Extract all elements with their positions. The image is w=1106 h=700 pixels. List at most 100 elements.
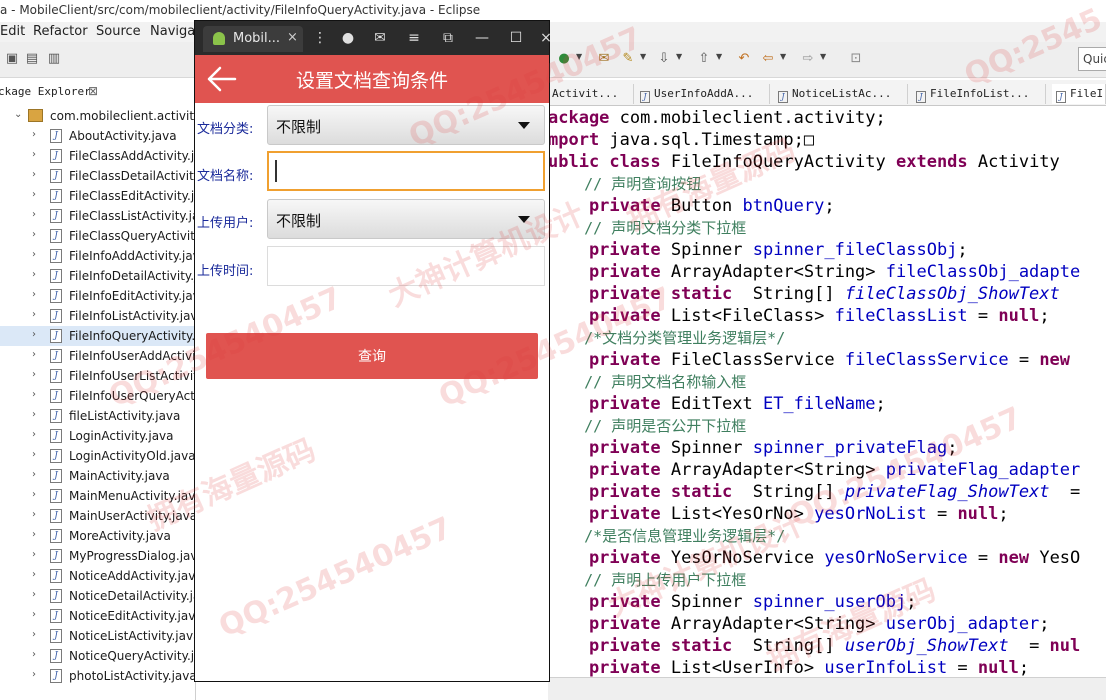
tree-file-item[interactable]: › J NoticeQueryActivity.ja <box>0 646 195 666</box>
chevron-right-icon[interactable]: › <box>32 289 36 300</box>
chevron-right-icon[interactable]: › <box>32 169 36 180</box>
tree-file-item[interactable]: › J FileInfoEditActivity.jav <box>0 286 195 306</box>
next-annotation-dropdown-icon[interactable]: ▼ <box>676 52 682 61</box>
tree-file-item[interactable]: › J FileInfoUserListActivity <box>0 366 195 386</box>
query-button[interactable]: 查询 <box>206 333 538 379</box>
back-dropdown-icon[interactable]: ▼ <box>780 52 786 61</box>
wand-icon[interactable]: ✎ <box>620 51 636 67</box>
chevron-right-icon[interactable]: › <box>32 549 36 560</box>
tree-file-item[interactable]: › J MainUserActivity.java <box>0 506 195 526</box>
editor-tab[interactable]: J NoticeListAc... <box>774 84 908 104</box>
chevron-down-icon[interactable]: ⌄ <box>14 109 22 120</box>
chevron-right-icon[interactable]: › <box>32 229 36 240</box>
tree-file-item[interactable]: › J MainMenuActivity.java <box>0 486 195 506</box>
chevron-right-icon[interactable]: › <box>32 189 36 200</box>
upload-time-input[interactable] <box>267 246 545 286</box>
chevron-right-icon[interactable]: › <box>32 349 36 360</box>
chevron-right-icon[interactable]: › <box>32 449 36 460</box>
quick-access-input[interactable]: Quic <box>1078 47 1106 71</box>
tree-file-item[interactable]: › J NoticeDetailActivity.jav <box>0 586 195 606</box>
maximize-icon[interactable]: ☐ <box>507 29 525 47</box>
chevron-right-icon[interactable]: › <box>32 609 36 620</box>
open-folder-icon[interactable]: ✉ <box>596 51 612 67</box>
chevron-right-icon[interactable]: › <box>32 629 36 640</box>
code-editor[interactable]: ackage com.mobileclient.activity; mport j… <box>548 107 1106 677</box>
chevron-right-icon[interactable]: › <box>32 469 36 480</box>
chevron-right-icon[interactable]: › <box>32 249 36 260</box>
chevron-right-icon[interactable]: › <box>32 209 36 220</box>
tree-file-item[interactable]: › J FileInfoUserQueryActi <box>0 386 195 406</box>
chevron-right-icon[interactable]: › <box>32 129 36 140</box>
tree-file-item[interactable]: › JphotoListActivity.java <box>0 666 195 686</box>
chevron-right-icon[interactable]: › <box>32 489 36 500</box>
prev-annotation-dropdown-icon[interactable]: ▼ <box>716 52 722 61</box>
tree-file-item[interactable]: › J MyProgressDialog.jav <box>0 546 195 566</box>
tree-file-item[interactable]: › J MoreActivity.java <box>0 526 195 546</box>
emulator-tab[interactable]: Mobil... × <box>203 26 303 52</box>
chevron-right-icon[interactable]: › <box>32 649 36 660</box>
tree-file-item[interactable]: › JfileListActivity.java <box>0 406 195 426</box>
chevron-right-icon[interactable]: › <box>32 409 36 420</box>
tree-package[interactable]: ⌄ com.mobileclient.activity <box>0 106 195 126</box>
tree-file-item[interactable]: › J NoticeEditActivity.java <box>0 606 195 626</box>
next-annotation-icon[interactable]: ⇩ <box>656 51 672 67</box>
minimize-icon[interactable]: — <box>473 29 491 47</box>
tree-file-item[interactable]: › J AboutActivity.java <box>0 126 195 146</box>
open-type-icon[interactable]: ▥ <box>46 51 62 67</box>
chevron-right-icon[interactable]: › <box>32 269 36 280</box>
tree-file-item[interactable]: › J FileClassQueryActivity. <box>0 226 195 246</box>
tree-file-item[interactable]: › J FileInfoDetailActivity.ja <box>0 266 195 286</box>
tree-file-item[interactable]: › J NoticeListActivity.java <box>0 626 195 646</box>
forward-icon[interactable]: ⇨ <box>800 51 816 67</box>
back-arrow-icon[interactable] <box>205 65 237 93</box>
tree-file-item[interactable]: › J MainActivity.java <box>0 466 195 486</box>
tree-file-item[interactable]: › J LoginActivity.java <box>0 426 195 446</box>
tree-file-item[interactable]: › J FileInfoListActivity.java <box>0 306 195 326</box>
save-all-icon[interactable]: ▣ <box>4 51 20 67</box>
chevron-right-icon[interactable]: › <box>32 369 36 380</box>
upload-user-spinner[interactable]: 不限制 <box>267 199 545 239</box>
menu-refactor[interactable]: Refactor <box>33 24 88 39</box>
tree-file-item[interactable]: › J FileClassEditActivity.jav <box>0 186 195 206</box>
print-icon[interactable]: ▤ <box>24 51 40 67</box>
chevron-right-icon[interactable]: › <box>32 309 36 320</box>
prev-annotation-icon[interactable]: ⇧ <box>696 51 712 67</box>
tree-file-item[interactable]: › J FileClassDetailActivity. <box>0 166 195 186</box>
more-vert-icon[interactable]: ⋮ <box>311 29 329 47</box>
pin-editor-icon[interactable]: ⊡ <box>848 51 864 67</box>
back-icon-toolbar[interactable]: ⇦ <box>760 51 776 67</box>
menu-edit[interactable]: Edit <box>0 24 25 39</box>
account-icon[interactable]: ● <box>339 29 357 47</box>
chevron-right-icon[interactable]: › <box>32 149 36 160</box>
file-name-input[interactable] <box>267 151 545 191</box>
last-edit-icon[interactable]: ↶ <box>736 51 752 67</box>
editor-tab[interactable]: Activit... <box>548 84 634 104</box>
tree-file-item[interactable]: › J NoticeAddActivity.java <box>0 566 195 586</box>
tree-file-item[interactable]: › J FileInfoQueryActivity.ja <box>0 326 195 346</box>
forward-dropdown-icon[interactable]: ▼ <box>820 52 826 61</box>
screenshot-icon[interactable]: ⧉ <box>439 29 457 47</box>
chevron-right-icon[interactable]: › <box>32 429 36 440</box>
close-icon[interactable]: × <box>287 30 298 45</box>
menu-source[interactable]: Source <box>96 24 141 39</box>
tree-file-item[interactable]: › J FileClassListActivity.jav <box>0 206 195 226</box>
package-explorer-title[interactable]: ckage Explorer <box>0 85 91 98</box>
tree-file-item[interactable]: › J LoginActivityOld.java <box>0 446 195 466</box>
run-icon[interactable]: ● <box>556 51 572 67</box>
chevron-right-icon[interactable]: › <box>32 509 36 520</box>
chevron-right-icon[interactable]: › <box>32 389 36 400</box>
run-dropdown-icon[interactable]: ▼ <box>576 52 582 61</box>
editor-tab[interactable]: J FileInfoList... <box>912 84 1046 104</box>
close-icon[interactable]: ⊠ <box>88 84 98 98</box>
chevron-right-icon[interactable]: › <box>32 529 36 540</box>
editor-tab[interactable]: J UserInfoAddA... <box>636 84 770 104</box>
menu-navigate[interactable]: Navigat <box>150 24 200 39</box>
chevron-right-icon[interactable]: › <box>32 589 36 600</box>
menu-icon[interactable]: ≡ <box>405 29 423 47</box>
editor-tab-active[interactable]: J FileI <box>1052 84 1106 104</box>
chevron-right-icon[interactable]: › <box>32 569 36 580</box>
horizontal-scrollbar[interactable] <box>548 677 1106 700</box>
chevron-right-icon[interactable]: › <box>32 329 36 340</box>
wand-dropdown-icon[interactable]: ▼ <box>640 52 646 61</box>
close-window-icon[interactable]: × <box>537 29 555 47</box>
